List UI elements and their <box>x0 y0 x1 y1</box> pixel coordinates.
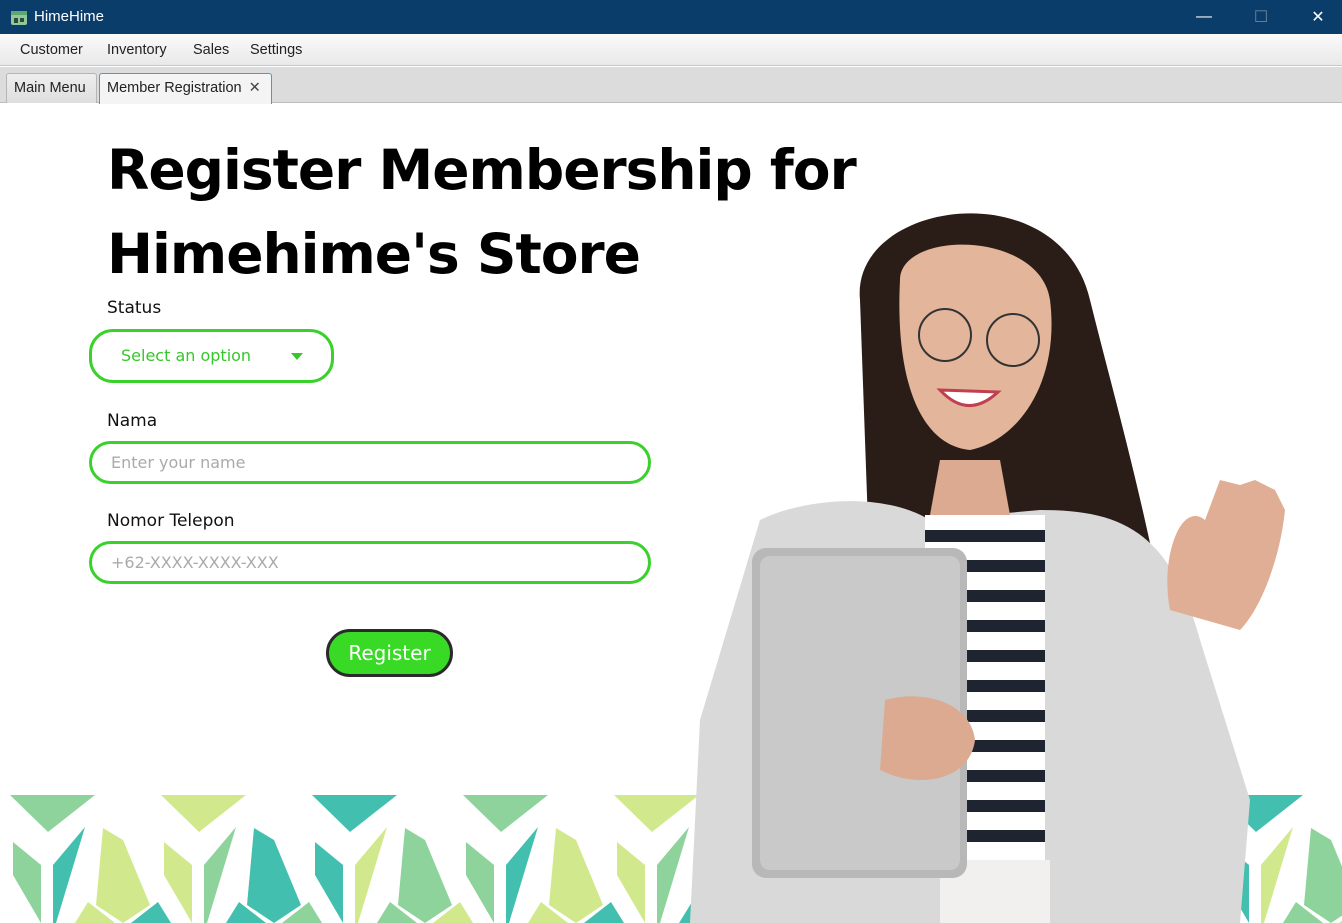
menu-inventory[interactable]: Inventory <box>107 42 167 58</box>
dropdown-arrow-icon <box>291 353 303 360</box>
menu-sales[interactable]: Sales <box>193 42 229 58</box>
name-label: Nama <box>107 411 158 431</box>
tab-label: Main Menu <box>14 80 86 96</box>
phone-input[interactable]: +62-XXXX-XXXX-XXX <box>89 541 651 584</box>
page-title-line1: Register Membership for <box>107 138 857 202</box>
tab-bar: Main Menu Member Registration ✕ <box>0 67 1342 104</box>
close-window-button[interactable]: ✕ <box>1290 0 1342 34</box>
window-title: HimeHime <box>34 8 105 25</box>
name-placeholder: Enter your name <box>111 453 246 472</box>
name-input[interactable]: Enter your name <box>89 441 651 484</box>
app-store-icon <box>11 11 27 25</box>
minimize-button[interactable]: — <box>1176 0 1232 34</box>
status-value: Select an option <box>121 346 252 365</box>
register-button[interactable]: Register <box>326 629 453 677</box>
title-bar: HimeHime — ☐ ✕ <box>0 0 1342 34</box>
status-label: Status <box>107 298 162 318</box>
close-tab-icon[interactable]: ✕ <box>249 80 261 96</box>
maximize-button[interactable]: ☐ <box>1233 0 1289 34</box>
tab-label: Member Registration <box>107 80 242 96</box>
status-select[interactable]: Select an option <box>89 329 334 383</box>
phone-label: Nomor Telepon <box>107 511 235 531</box>
tab-member-registration[interactable]: Member Registration ✕ <box>99 73 272 104</box>
menu-settings[interactable]: Settings <box>250 42 302 58</box>
page-title-line2: Himehime's Store <box>107 222 641 286</box>
menu-customer[interactable]: Customer <box>20 42 83 58</box>
menu-bar: Customer Inventory Sales Settings <box>0 34 1342 66</box>
phone-placeholder: +62-XXXX-XXXX-XXX <box>111 553 279 572</box>
tab-main-menu[interactable]: Main Menu <box>6 73 97 103</box>
